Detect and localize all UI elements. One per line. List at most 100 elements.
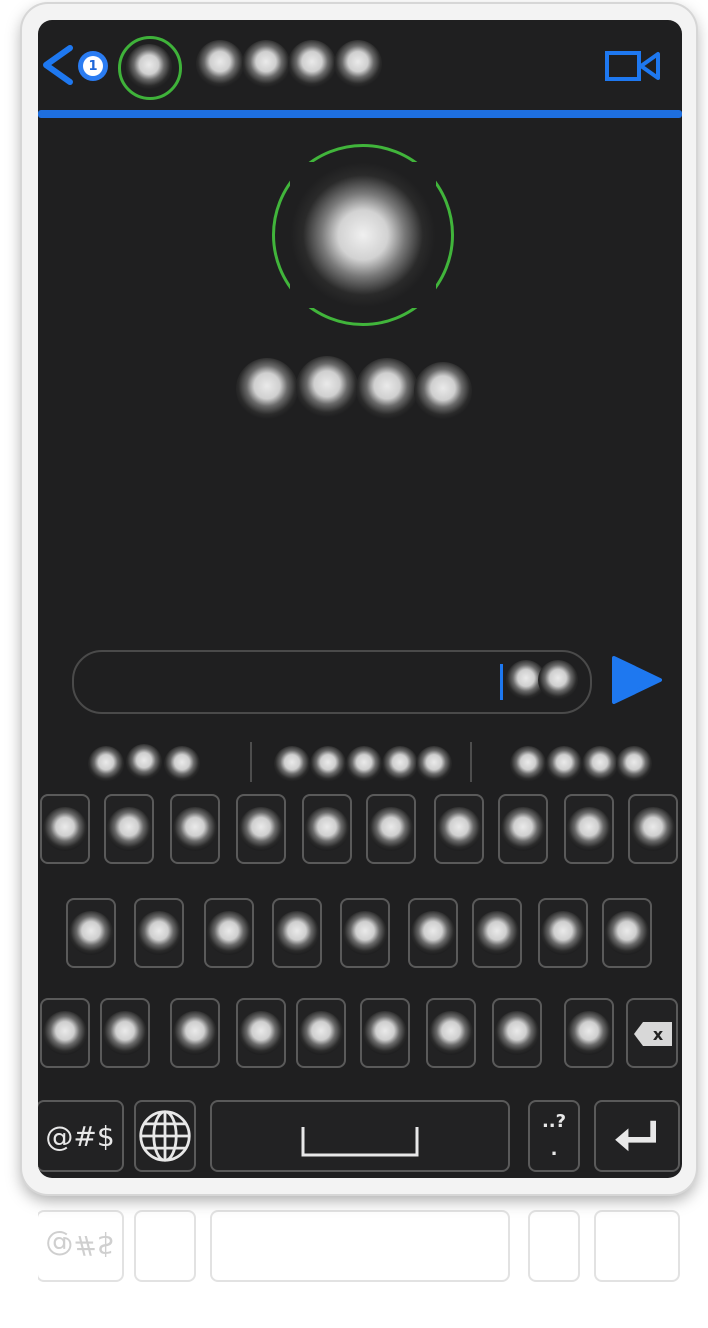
sign-key-image: [69, 911, 113, 955]
symbols-key[interactable]: @#$: [38, 1100, 124, 1172]
sign-key-image: [137, 911, 181, 955]
video-camera-icon[interactable]: [604, 48, 662, 84]
back-arrow-icon[interactable]: [40, 42, 76, 88]
unread-count-badge: 1: [78, 51, 108, 81]
reflected-language-key: [134, 1210, 196, 1282]
sign-key-image: [103, 1011, 147, 1055]
sign-key-row1-5[interactable]: [302, 794, 352, 864]
sign-key-row1-2[interactable]: [104, 794, 154, 864]
sign-key-image: [173, 1011, 217, 1055]
suggestion-2-sign: [346, 746, 382, 782]
sign-key-image: [437, 807, 481, 851]
backspace-key[interactable]: x: [626, 998, 678, 1068]
sign-key-row3-5[interactable]: [296, 998, 346, 1068]
sign-key-image: [305, 807, 349, 851]
enter-key[interactable]: [594, 1100, 680, 1172]
sign-key-row2-1[interactable]: [66, 898, 116, 968]
history-sign-2[interactable]: [242, 40, 290, 88]
punctuation-key[interactable]: ..? .: [528, 1100, 580, 1172]
sign-key-row1-1[interactable]: [40, 794, 90, 864]
reflected-punctuation-key: [528, 1210, 580, 1282]
sign-key-image: [299, 1011, 343, 1055]
suggestion-2-sign: [416, 746, 452, 782]
sign-key-row2-3[interactable]: [204, 898, 254, 968]
word-sign-1: [236, 358, 298, 420]
enter-arrow-icon: [615, 1120, 656, 1152]
suggestion-1[interactable]: [88, 742, 200, 786]
sign-key-image: [107, 807, 151, 851]
sign-key-image: [363, 1011, 407, 1055]
punctuation-key-top: ..?: [541, 1111, 567, 1133]
sign-key-image: [411, 911, 455, 955]
sign-key-image: [43, 807, 87, 851]
sign-key-image: [495, 1011, 539, 1055]
sign-key-image: [631, 807, 675, 851]
punctuation-key-bottom: .: [550, 1139, 558, 1160]
word-sign-4: [414, 362, 472, 420]
sign-key-row1-7[interactable]: [434, 794, 484, 864]
history-sign-4[interactable]: [334, 40, 382, 88]
sign-key-image: [239, 807, 283, 851]
sign-key-row1-3[interactable]: [170, 794, 220, 864]
sign-key-row1-8[interactable]: [498, 794, 548, 864]
sign-key-image: [369, 807, 413, 851]
sign-key-row2-5[interactable]: [340, 898, 390, 968]
sign-key-image: [567, 1011, 611, 1055]
sign-key-image: [429, 1011, 473, 1055]
sign-key-row3-1[interactable]: [40, 998, 90, 1068]
sign-key-row3-6[interactable]: [360, 998, 410, 1068]
backspace-icon: x: [634, 1022, 672, 1046]
sign-key-row2-6[interactable]: [408, 898, 458, 968]
text-caret: [500, 664, 503, 700]
history-sign-3[interactable]: [288, 40, 336, 88]
suggestion-3-sign: [510, 746, 546, 782]
sign-key-row3-7[interactable]: [426, 998, 476, 1068]
send-icon[interactable]: [610, 656, 662, 704]
svg-text:x: x: [653, 1025, 664, 1044]
sign-key-image: [43, 1011, 87, 1055]
sign-key-row3-9[interactable]: [564, 998, 614, 1068]
sign-key-image: [501, 807, 545, 851]
sign-key-image: [541, 911, 585, 955]
app-screen: 1 x @#$ ..? .: [38, 20, 682, 1178]
reflected-symbols-key: @#$: [38, 1210, 124, 1282]
sign-key-row3-4[interactable]: [236, 998, 286, 1068]
reflected-enter-key: [594, 1210, 680, 1282]
history-sign-1[interactable]: [196, 40, 244, 88]
sign-key-row1-4[interactable]: [236, 794, 286, 864]
suggestion-2[interactable]: [274, 742, 454, 786]
sign-key-row3-2[interactable]: [100, 998, 150, 1068]
sign-key-image: [605, 911, 649, 955]
sign-key-row3-3[interactable]: [170, 998, 220, 1068]
sign-key-row1-6[interactable]: [366, 794, 416, 864]
sign-key-image: [275, 911, 319, 955]
suggestion-3-sign: [546, 746, 582, 782]
selected-sign-thumbnail[interactable]: [126, 44, 172, 90]
suggestion-3-sign: [616, 746, 652, 782]
current-sign-image: [290, 162, 436, 308]
sign-key-image: [475, 911, 519, 955]
sign-key-row2-7[interactable]: [472, 898, 522, 968]
sign-key-row2-4[interactable]: [272, 898, 322, 968]
suggestion-2-sign: [382, 746, 418, 782]
input-sign-2: [538, 660, 578, 700]
symbols-key-label: @#$: [45, 1119, 115, 1153]
language-key[interactable]: [134, 1100, 196, 1172]
sign-key-row1-10[interactable]: [628, 794, 678, 864]
sign-key-row2-2[interactable]: [134, 898, 184, 968]
sign-key-row2-8[interactable]: [538, 898, 588, 968]
header-divider: [38, 110, 682, 118]
sign-key-row1-9[interactable]: [564, 794, 614, 864]
suggestion-divider: [470, 742, 472, 782]
suggestion-2-sign: [310, 746, 346, 782]
sign-key-image: [239, 1011, 283, 1055]
suggestion-3[interactable]: [510, 742, 660, 786]
space-key[interactable]: [210, 1100, 510, 1172]
reflected-symbols-label: @#$: [45, 1229, 115, 1263]
sign-key-image: [343, 911, 387, 955]
sign-key-image: [567, 807, 611, 851]
space-bar-icon: [301, 1127, 419, 1157]
suggestion-1-sign: [164, 746, 200, 782]
sign-key-row2-9[interactable]: [602, 898, 652, 968]
sign-key-row3-8[interactable]: [492, 998, 542, 1068]
